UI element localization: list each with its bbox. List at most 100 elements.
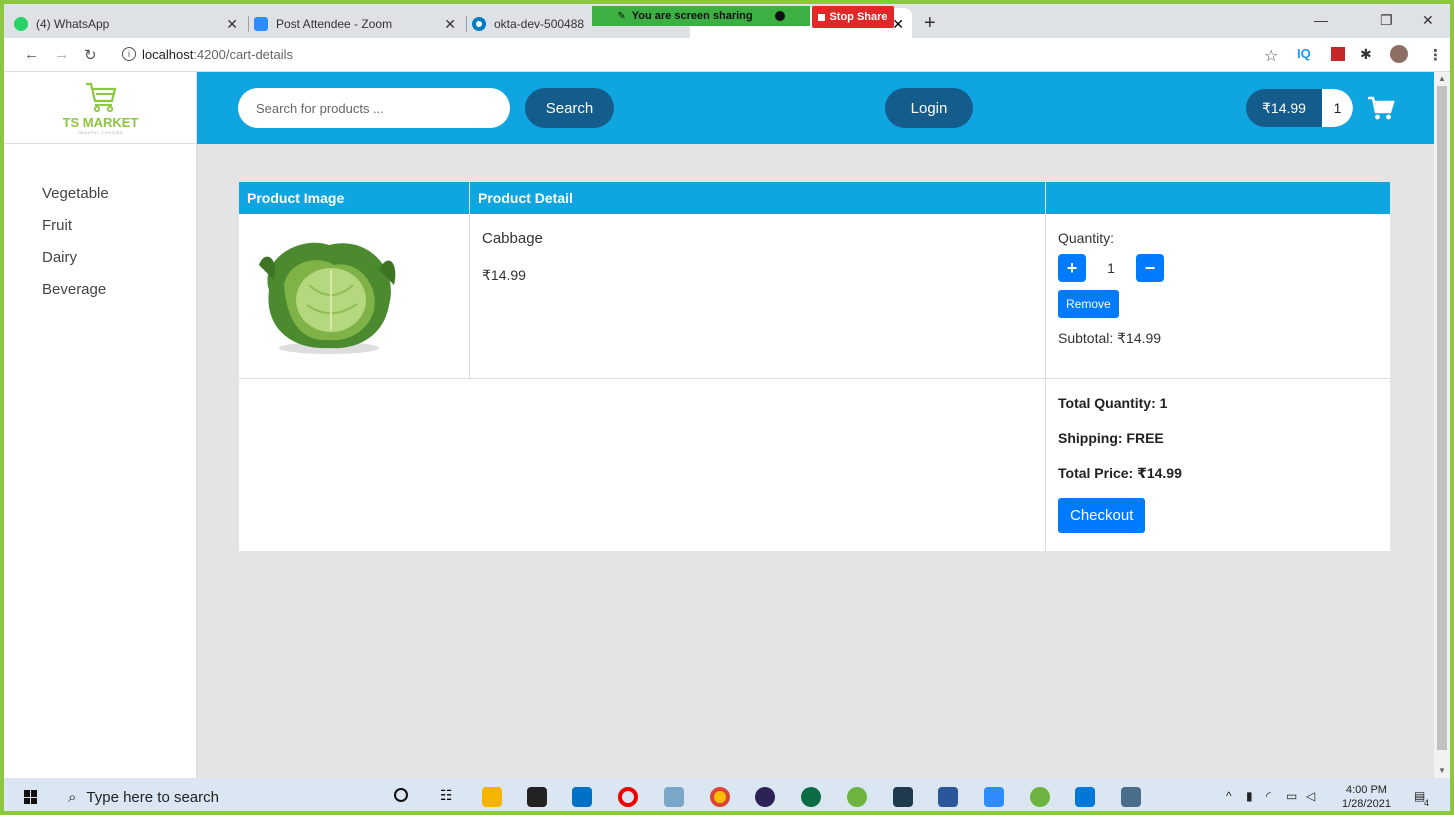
profile-avatar[interactable]: [1390, 45, 1408, 63]
category-beverage[interactable]: Beverage: [42, 280, 109, 312]
iq-extension-icon[interactable]: IQ: [1297, 46, 1311, 61]
share-banner-text: You are screen sharing: [631, 10, 753, 22]
eclipse-icon[interactable]: [755, 787, 775, 807]
vertical-scrollbar[interactable]: ▲ ▼: [1434, 72, 1450, 778]
store-icon[interactable]: [527, 787, 547, 807]
url-field[interactable]: localhost:4200/cart-details: [142, 47, 293, 62]
checkout-button[interactable]: Checkout: [1058, 498, 1146, 533]
window-close-icon[interactable]: ✕: [1422, 12, 1434, 29]
red-extension-icon[interactable]: [1331, 47, 1345, 61]
category-list: Vegetable Fruit Dairy Beverage: [42, 184, 109, 312]
cart-table: Product Image Product Detail Cabbage ₹14…: [239, 182, 1390, 551]
wifi-icon[interactable]: ◜: [1266, 789, 1271, 803]
word-icon[interactable]: [938, 787, 958, 807]
product-name: Cabbage: [482, 230, 543, 247]
app-icon[interactable]: [664, 787, 684, 807]
logo-tagline: HEALTHY CHOICES: [78, 129, 123, 135]
tray-chevron-icon[interactable]: ^: [1226, 789, 1232, 803]
task-view-icon[interactable]: ☷: [440, 787, 460, 807]
mail-icon[interactable]: [572, 787, 592, 807]
quantity-stepper: + 1 −: [1058, 254, 1390, 282]
shopping-cart-logo-icon: [85, 82, 116, 112]
back-icon[interactable]: ←: [24, 46, 39, 63]
forward-icon[interactable]: →: [54, 46, 69, 63]
reload-icon[interactable]: ↻: [84, 46, 97, 64]
sidebar: TS MARKET HEALTHY CHOICES Vegetable Frui…: [4, 72, 197, 778]
close-icon[interactable]: ✕: [226, 16, 238, 33]
url-host: localhost: [142, 47, 194, 62]
remove-button[interactable]: Remove: [1058, 290, 1119, 318]
microphone-icon[interactable]: ▮: [1246, 789, 1253, 803]
totals-row: Total Quantity: 1 Shipping: FREE Total P…: [239, 379, 1390, 551]
windows-start-icon[interactable]: [24, 790, 38, 804]
scrollbar-thumb[interactable]: [1437, 86, 1447, 750]
minimize-icon[interactable]: —: [1314, 12, 1328, 28]
stop-share-button[interactable]: Stop Share: [812, 6, 894, 28]
zoom-taskbar-icon[interactable]: [984, 787, 1004, 807]
increment-button[interactable]: +: [1058, 254, 1086, 282]
search-icon: ⌕: [68, 789, 77, 806]
shopping-cart-icon[interactable]: [1367, 94, 1395, 122]
category-fruit[interactable]: Fruit: [42, 216, 109, 248]
tab-title: okta-dev-500488: [494, 17, 585, 31]
taskbar-search[interactable]: ⌕ Type here to search: [68, 789, 219, 806]
header-actions: [1046, 182, 1390, 214]
new-tab-icon[interactable]: +: [924, 12, 936, 35]
spring-tool-icon[interactable]: [1030, 787, 1050, 807]
category-vegetable[interactable]: Vegetable: [42, 184, 109, 216]
menu-dots-icon[interactable]: ⋮: [1428, 46, 1443, 64]
search-input[interactable]: [238, 88, 510, 128]
stop-share-label: Stop Share: [829, 11, 888, 23]
login-button[interactable]: Login: [885, 88, 973, 128]
clock-date: 1/28/2021: [1342, 798, 1391, 810]
tab-okta[interactable]: okta-dev-500488: [468, 10, 598, 38]
top-navbar: Search Login ₹14.99 1: [197, 72, 1434, 144]
mysql-icon[interactable]: [893, 787, 913, 807]
tab-whatsapp[interactable]: (4) WhatsApp ✕: [10, 10, 246, 38]
tab-zoom[interactable]: Post Attendee - Zoom ✕: [250, 10, 464, 38]
shield-icon: [774, 11, 785, 21]
app-icon[interactable]: [1121, 787, 1141, 807]
battery-icon[interactable]: ▭: [1286, 789, 1297, 803]
notification-count: 4: [1424, 798, 1430, 808]
screen-sharing-banner: ✎ You are screen sharing: [592, 6, 810, 26]
windows-taskbar: ⌕ Type here to search ☷ ^ ▮ ◜ ▭ ◁ 4:00 P…: [4, 778, 1450, 815]
product-image-cell: [239, 214, 470, 378]
clock[interactable]: 4:00 PM 1/28/2021: [1342, 783, 1391, 811]
stop-icon: [818, 13, 826, 21]
chrome-icon[interactable]: [710, 787, 730, 807]
taskbar-search-placeholder: Type here to search: [86, 789, 219, 806]
cart-summary[interactable]: ₹14.99 1: [1246, 89, 1353, 127]
product-price: ₹14.99: [482, 267, 526, 283]
search-button[interactable]: Search: [525, 88, 614, 128]
header-product-image: Product Image: [239, 182, 470, 214]
tab-title: (4) WhatsApp: [36, 17, 110, 31]
scroll-down-icon[interactable]: ▼: [1438, 766, 1446, 775]
logo[interactable]: TS MARKET HEALTHY CHOICES: [4, 72, 197, 144]
close-icon[interactable]: ✕: [892, 16, 904, 33]
total-price: Total Price: ₹14.99: [1058, 465, 1182, 481]
spring-tool-icon[interactable]: [847, 787, 867, 807]
opera-icon[interactable]: [618, 787, 638, 807]
volume-icon[interactable]: ◁: [1306, 789, 1315, 803]
vscode-icon[interactable]: [1075, 787, 1095, 807]
scroll-up-icon[interactable]: ▲: [1438, 74, 1446, 83]
cart-count-badge: 1: [1322, 89, 1353, 127]
tab-title: Post Attendee - Zoom: [276, 17, 393, 31]
maximize-icon[interactable]: ❐: [1380, 12, 1393, 29]
clock-time: 4:00 PM: [1345, 784, 1387, 796]
bookmark-star-icon[interactable]: ☆: [1264, 46, 1278, 66]
decrement-button[interactable]: −: [1136, 254, 1164, 282]
cortana-icon[interactable]: [394, 788, 408, 802]
subtotal: Subtotal: ₹14.99: [1058, 330, 1162, 346]
info-icon[interactable]: i: [122, 47, 136, 61]
extensions-puzzle-icon[interactable]: ✱: [1360, 46, 1372, 63]
pin-icon: ✎: [617, 10, 626, 22]
quantity-label: Quantity:: [1058, 230, 1115, 246]
quantity-cell: Quantity: + 1 − Remove Subtotal: ₹14.99: [1046, 214, 1390, 378]
file-explorer-icon[interactable]: [482, 787, 502, 807]
table-header: Product Image Product Detail: [239, 182, 1390, 214]
upwork-icon[interactable]: [801, 787, 821, 807]
category-dairy[interactable]: Dairy: [42, 248, 109, 280]
close-icon[interactable]: ✕: [444, 16, 456, 33]
